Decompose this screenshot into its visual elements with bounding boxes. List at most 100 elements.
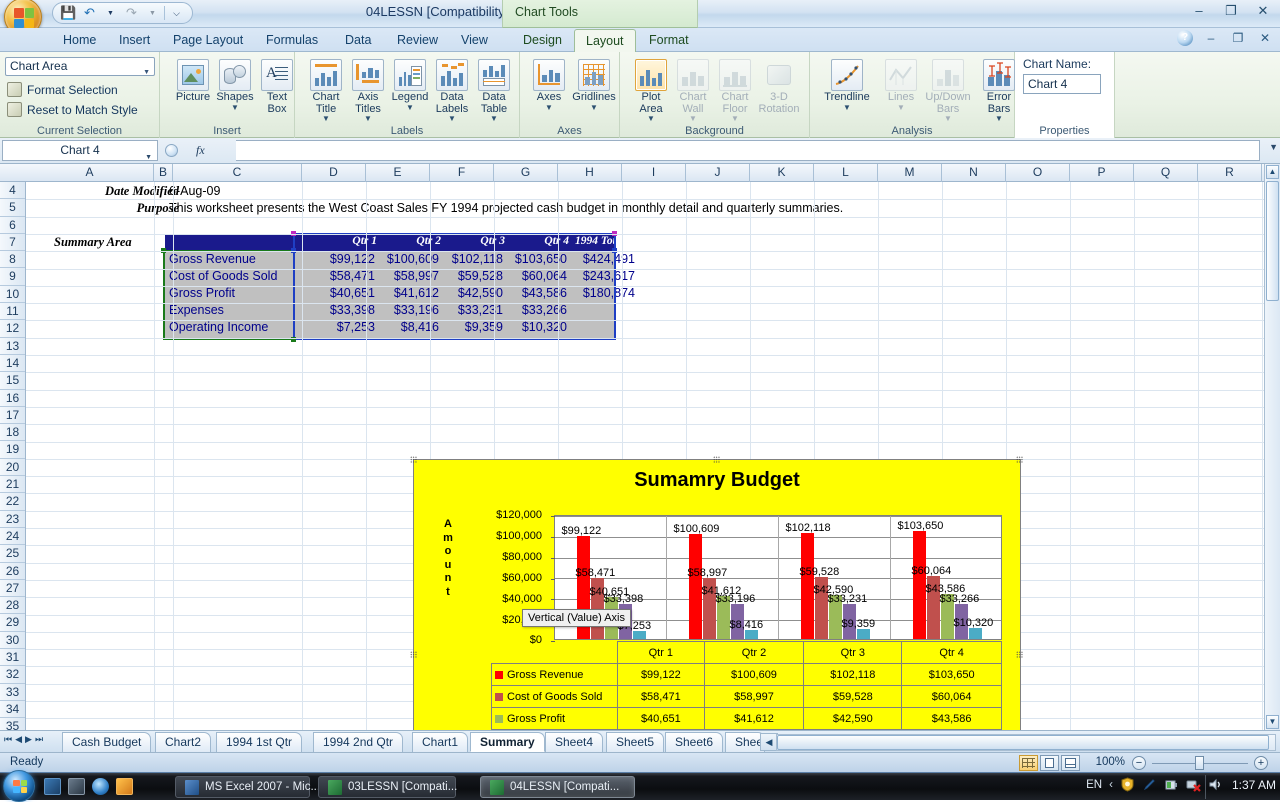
tab-format[interactable]: Format	[638, 29, 700, 52]
row-header-4[interactable]: 4	[0, 182, 25, 200]
chevron-down-icon[interactable]: ▼	[818, 103, 876, 111]
column-header-C[interactable]: C	[173, 164, 302, 182]
summary-header-row[interactable]: Qtr 1 Qtr 2 Qtr 3 Qtr 4 1994 Totals	[165, 235, 629, 251]
horizontal-scrollbar[interactable]	[776, 734, 1276, 751]
clock[interactable]: 1:37 AM	[1232, 778, 1276, 792]
chart-data-label-s4-c1[interactable]: $8,416	[730, 619, 764, 631]
row-header-23[interactable]: 23	[0, 511, 25, 528]
show-hidden-icons-icon[interactable]: ‹	[1109, 779, 1113, 791]
tab-design[interactable]: Design	[512, 29, 573, 52]
internet-explorer-icon[interactable]	[92, 778, 109, 795]
sheet-nav-buttons[interactable]: ⏮ ◀ ▶ ⏭	[4, 734, 43, 745]
chart-bar-s4-c3[interactable]	[968, 628, 982, 639]
column-header-N[interactable]: N	[942, 164, 1006, 182]
scroll-down-icon[interactable]: ▼	[1266, 715, 1279, 729]
zoom-slider[interactable]: − +	[1130, 755, 1270, 771]
chart-handle-e[interactable]	[1016, 651, 1023, 658]
chart-bar-s4-c0[interactable]	[632, 631, 646, 639]
zoom-in-button[interactable]: +	[1254, 756, 1268, 770]
sheet-tab-chart2[interactable]: Chart2	[155, 732, 212, 752]
tab-review[interactable]: Review	[386, 29, 449, 52]
sheet-tab-sheet4[interactable]: Sheet4	[545, 732, 604, 752]
media-player-icon[interactable]	[116, 778, 133, 795]
chevron-down-icon[interactable]: ▼	[471, 115, 517, 123]
column-header-B[interactable]: B	[154, 164, 173, 182]
row-header-5[interactable]: 5	[0, 199, 25, 217]
row-header-10[interactable]: 10	[0, 286, 25, 304]
row-header-34[interactable]: 34	[0, 701, 25, 719]
column-header-O[interactable]: O	[1006, 164, 1070, 182]
legend-button[interactable]: Legend ▼	[387, 56, 433, 111]
column-header-P[interactable]: P	[1070, 164, 1134, 182]
chart-bar-s4-c1[interactable]	[744, 630, 758, 639]
insert-function-icon[interactable]: fx	[196, 143, 205, 158]
chevron-down-icon[interactable]: ▼	[303, 115, 349, 123]
chart-data-label-s0-c2[interactable]: $102,118	[786, 522, 831, 534]
format-selection-button[interactable]: Format Selection	[7, 81, 118, 98]
horizontal-scroll-thumb[interactable]	[777, 735, 1269, 750]
chart-bar-s0-c1[interactable]	[688, 534, 702, 639]
vertical-scroll-thumb[interactable]	[1266, 181, 1279, 301]
chart-data-label-s1-c3[interactable]: $60,064	[912, 565, 952, 577]
row-header-29[interactable]: 29	[0, 614, 25, 632]
formula-bar-buttons[interactable]: fx	[160, 140, 234, 161]
row-header-27[interactable]: 27	[0, 580, 25, 598]
column-header-K[interactable]: K	[750, 164, 814, 182]
page-break-preview-icon[interactable]	[1061, 755, 1080, 771]
row-header-26[interactable]: 26	[0, 563, 25, 580]
name-box[interactable]: Chart 4 ▼	[2, 140, 158, 161]
sheet-tab-sheet6[interactable]: Sheet6	[665, 732, 724, 752]
chart-element-dropdown[interactable]: Chart Area ▼	[5, 57, 155, 76]
trendline-button[interactable]: Trendline ▼	[818, 56, 876, 111]
summary-data-block[interactable]: Gross Revenue Cost of Goods Sold Gross P…	[165, 251, 635, 338]
chart-data-table[interactable]: Qtr 1 Qtr 2 Qtr 3 Qtr 4 Gross Revenue $9…	[491, 641, 1002, 730]
quick-launch-bar[interactable]	[44, 778, 133, 795]
chart-data-label-s0-c3[interactable]: $103,650	[898, 520, 944, 532]
column-header-J[interactable]: J	[686, 164, 750, 182]
chart-data-label-s1-c1[interactable]: $58,997	[688, 567, 728, 579]
row-header-32[interactable]: 32	[0, 666, 25, 684]
restore-workbook-icon[interactable]: ❐	[1229, 31, 1247, 45]
tab-home[interactable]: Home	[52, 29, 107, 52]
reset-to-match-style-button[interactable]: Reset to Match Style	[7, 101, 138, 118]
chart-handle-n[interactable]	[713, 456, 720, 463]
chart-title[interactable]: Sumamry Budget	[414, 469, 1020, 492]
close-workbook-icon[interactable]: ✕	[1256, 31, 1274, 45]
minimize-icon[interactable]: –	[1188, 2, 1210, 20]
row-header-35[interactable]: 35	[0, 718, 25, 730]
tab-page-layout[interactable]: Page Layout	[162, 29, 254, 52]
tab-layout[interactable]: Layout	[574, 29, 636, 53]
prev-sheet-icon[interactable]: ◀	[15, 734, 22, 745]
chevron-down-icon[interactable]: ▼	[526, 103, 572, 111]
row-header-15[interactable]: 15	[0, 372, 25, 390]
sheet-tab-chart1[interactable]: Chart1	[412, 732, 469, 752]
row-header-22[interactable]: 22	[0, 493, 25, 511]
expand-formula-bar-icon[interactable]: ▼	[1269, 142, 1278, 152]
row-header-18[interactable]: 18	[0, 424, 25, 442]
row-header-24[interactable]: 24	[0, 528, 25, 546]
data-table-button[interactable]: Data Table ▼	[471, 56, 517, 123]
sheet-tab-summary[interactable]: Summary	[470, 732, 545, 752]
volume-icon[interactable]	[1208, 777, 1223, 792]
data-labels-button[interactable]: Data Labels ▼	[429, 56, 475, 123]
picture-button[interactable]: Picture	[170, 56, 216, 104]
chart-data-label-s0-c1[interactable]: $100,609	[674, 523, 720, 535]
tab-data[interactable]: Data	[334, 29, 382, 52]
chart-title-button[interactable]: Chart Title ▼	[303, 56, 349, 123]
row-header-6[interactable]: 6	[0, 217, 25, 234]
row-header-7[interactable]: 7	[0, 234, 25, 252]
chart-data-label-s1-c2[interactable]: $59,528	[800, 566, 840, 578]
network-error-icon[interactable]	[1186, 777, 1201, 792]
column-header-D[interactable]: D	[302, 164, 366, 182]
show-desktop-icon[interactable]	[44, 778, 61, 795]
row-header-14[interactable]: 14	[0, 355, 25, 373]
row-header-16[interactable]: 16	[0, 390, 25, 407]
chart-data-label-s1-c0[interactable]: $58,471	[576, 567, 616, 579]
system-tray[interactable]: EN ‹ 1:37 AM	[1086, 777, 1276, 792]
row-header-11[interactable]: 11	[0, 303, 25, 321]
plot-area-button[interactable]: Plot Area ▼	[628, 56, 674, 123]
sheet-tab-sheet7[interactable]: Shee	[725, 732, 765, 752]
window-controls[interactable]: – ❐ ✕	[1188, 2, 1274, 20]
gridlines-button[interactable]: Gridlines ▼	[568, 56, 620, 111]
row-header-13[interactable]: 13	[0, 338, 25, 355]
